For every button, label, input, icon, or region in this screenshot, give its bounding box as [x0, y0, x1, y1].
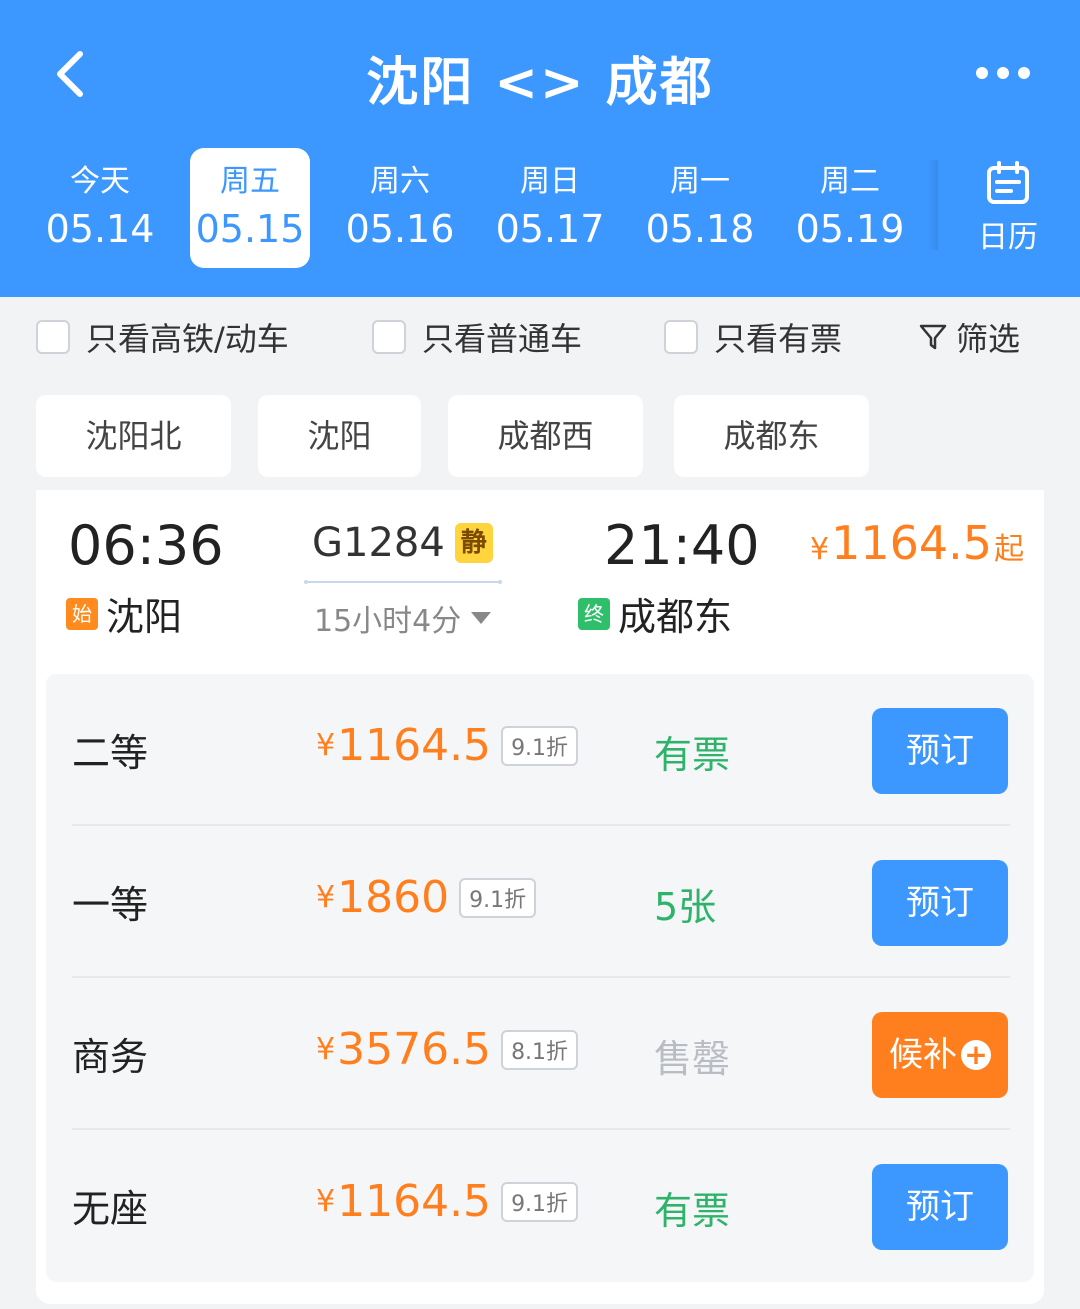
date-tab-weekday: 周日 [520, 164, 580, 199]
depart-time: 06:36 [68, 514, 224, 577]
filter-highspeed-label: 只看高铁/动车 [86, 320, 289, 358]
date-tab-date: 05.16 [345, 207, 455, 251]
seat-price-value: 1164.5 [337, 1176, 492, 1227]
arrive-station: 终 成都东 [578, 586, 732, 641]
seat-class: 一等 [72, 883, 149, 927]
date-tab-weekday: 周六 [370, 164, 430, 199]
date-tab-date: 05.19 [795, 207, 905, 251]
min-price-value: 1164.5 [831, 516, 993, 570]
depart-station-name: 沈阳 [106, 595, 183, 639]
train-number[interactable]: G1284 静 [312, 520, 493, 566]
date-tab-5[interactable]: 周二 05.19 [790, 148, 910, 268]
duration-text: 15小时4分 [314, 604, 462, 639]
seat-price-currency: ¥ [316, 880, 336, 915]
seat-price: ¥ 1860 9.1折 [316, 872, 537, 923]
date-tab-weekday: 周一 [670, 164, 730, 199]
min-price-currency: ¥ [810, 532, 830, 567]
discount-badge: 8.1折 [501, 1029, 579, 1070]
waitlist-label: 候补 [889, 1035, 957, 1075]
date-tab-weekday: 今天 [70, 164, 130, 199]
terminal-tag: 终 [578, 597, 610, 630]
filter-normal[interactable]: 只看普通车 [372, 317, 583, 358]
date-scroll-shadow [928, 160, 938, 250]
seat-row: 无座 ¥ 1164.5 9.1折 有票 预订 [46, 1130, 1034, 1282]
caret-down-icon [471, 612, 492, 624]
filter-label: 筛选 [956, 320, 1021, 358]
date-tab-weekday: 周二 [820, 164, 880, 199]
checkbox-available[interactable] [664, 320, 698, 354]
discount-badge: 9.1折 [501, 725, 579, 766]
seat-price-currency: ¥ [316, 728, 336, 763]
seat-row: 商务 ¥ 3576.5 8.1折 售罄 候补 + [46, 978, 1034, 1130]
filter-button[interactable]: 筛选 [918, 317, 1021, 358]
calendar-label: 日历 [978, 220, 1038, 255]
book-button[interactable]: 预订 [872, 708, 1008, 794]
station-chip-2[interactable]: 成都西 [448, 395, 643, 477]
seat-class: 二等 [72, 731, 149, 775]
date-tab-date: 05.18 [645, 207, 755, 251]
seat-class: 商务 [72, 1035, 149, 1079]
seat-price-value: 3576.5 [337, 1024, 492, 1075]
seat-availability: 5张 [654, 885, 717, 929]
seat-availability: 有票 [654, 1189, 731, 1233]
top-header: 沈阳 <> 成都 今天 05.14 周五 05.15 周六 05.16 周日 0… [0, 0, 1080, 297]
seat-price-currency: ¥ [316, 1184, 336, 1219]
calendar-button[interactable]: 日历 [960, 158, 1056, 258]
date-tab-4[interactable]: 周一 05.18 [640, 148, 760, 268]
seat-class: 无座 [72, 1187, 149, 1231]
date-tab-weekday: 周五 [220, 164, 280, 199]
filter-available[interactable]: 只看有票 [664, 317, 843, 358]
seat-price-value: 1164.5 [337, 720, 492, 771]
filter-available-label: 只看有票 [714, 320, 843, 358]
quiet-car-badge: 静 [454, 523, 493, 563]
funnel-icon [919, 324, 947, 350]
seat-price-value: 1860 [337, 872, 450, 923]
plus-circle-icon: + [961, 1040, 991, 1070]
station-chip-3[interactable]: 成都东 [674, 395, 869, 477]
date-tab-date: 05.15 [195, 207, 305, 251]
min-price-suffix: 起 [994, 532, 1025, 567]
station-chip-1[interactable]: 沈阳 [258, 395, 421, 477]
calendar-icon [987, 161, 1029, 204]
date-tab-1[interactable]: 周五 05.15 [190, 148, 310, 268]
arrive-station-name: 成都东 [618, 595, 733, 639]
page-title: 沈阳 <> 成都 [366, 53, 714, 113]
date-tab-2[interactable]: 周六 05.16 [340, 148, 460, 268]
depart-station: 始 沈阳 [66, 586, 182, 641]
train-number-text: G1284 [312, 520, 445, 566]
more-dots-icon[interactable] [968, 60, 1038, 90]
seat-price: ¥ 3576.5 8.1折 [316, 1024, 579, 1075]
waitlist-button[interactable]: 候补 + [872, 1012, 1008, 1098]
checkbox-normal[interactable] [372, 320, 406, 354]
discount-badge: 9.1折 [459, 877, 537, 918]
filter-normal-label: 只看普通车 [422, 320, 583, 358]
duration-line [304, 580, 502, 584]
date-tab-date: 05.14 [45, 207, 155, 251]
book-button[interactable]: 预订 [872, 1164, 1008, 1250]
date-tab-3[interactable]: 周日 05.17 [490, 148, 610, 268]
seat-availability: 售罄 [654, 1037, 731, 1081]
book-button[interactable]: 预订 [872, 860, 1008, 946]
date-tab-date: 05.17 [495, 207, 605, 251]
date-tab-0[interactable]: 今天 05.14 [40, 148, 160, 268]
seat-price-currency: ¥ [316, 1032, 336, 1067]
filter-bar: 只看高铁/动车 只看普通车 只看有票 筛选 [0, 297, 1080, 377]
seat-price: ¥ 1164.5 9.1折 [316, 720, 579, 771]
duration[interactable]: 15小时4分 [314, 596, 492, 640]
min-price: ¥ 1164.5 起 [810, 516, 1024, 570]
discount-badge: 9.1折 [501, 1181, 579, 1222]
seat-row: 二等 ¥ 1164.5 9.1折 有票 预订 [46, 674, 1034, 826]
station-chip-0[interactable]: 沈阳北 [36, 395, 231, 477]
checkbox-highspeed[interactable] [36, 320, 70, 354]
chevron-left-icon[interactable] [44, 44, 104, 104]
train-card[interactable]: 06:36 始 沈阳 G1284 静 15小时4分 21:40 终 成都东 ¥ … [36, 490, 1044, 1304]
seat-availability: 有票 [654, 733, 731, 777]
seat-row: 一等 ¥ 1860 9.1折 5张 预订 [46, 826, 1034, 978]
filter-highspeed[interactable]: 只看高铁/动车 [36, 317, 289, 358]
origin-tag: 始 [66, 597, 98, 630]
seat-price: ¥ 1164.5 9.1折 [316, 1176, 579, 1227]
seat-list: 二等 ¥ 1164.5 9.1折 有票 预订 一等 ¥ 1860 9.1折 5张… [46, 674, 1034, 1282]
arrive-time: 21:40 [604, 514, 760, 577]
